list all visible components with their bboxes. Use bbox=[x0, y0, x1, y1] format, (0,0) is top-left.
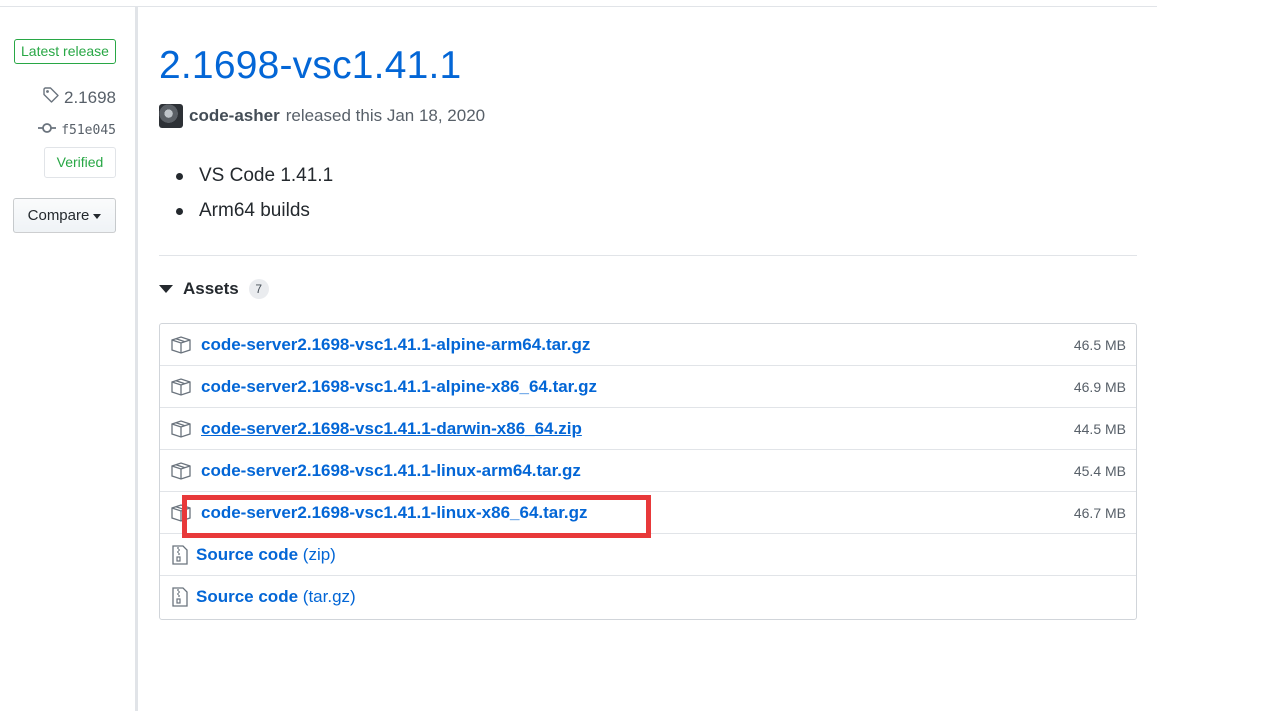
assets-count-badge: 7 bbox=[248, 279, 269, 299]
asset-row: Source code (zip) bbox=[160, 534, 1136, 576]
release-title[interactable]: 2.1698-vsc1.41.1 bbox=[159, 44, 461, 88]
top-border bbox=[0, 6, 1157, 7]
tag-label: 2.1698 bbox=[64, 87, 116, 107]
asset-row: Source code (tar.gz) bbox=[160, 576, 1136, 618]
asset-row: code-server2.1698-vsc1.41.1-linux-x86_64… bbox=[160, 492, 1136, 534]
release-note-item: VS Code 1.41.1 bbox=[175, 163, 333, 198]
asset-size: 44.5 MB bbox=[1073, 420, 1126, 437]
asset-row: code-server2.1698-vsc1.41.1-darwin-x86_6… bbox=[160, 408, 1136, 450]
source-code-label: Source code bbox=[196, 587, 299, 606]
source-code-ext: (tar.gz) bbox=[302, 587, 356, 606]
asset-download-link[interactable]: code-server2.1698-vsc1.41.1-linux-x86_64… bbox=[201, 503, 588, 523]
release-notes: VS Code 1.41.1 Arm64 builds bbox=[175, 163, 333, 233]
assets-list: code-server2.1698-vsc1.41.1-alpine-arm64… bbox=[159, 323, 1137, 620]
asset-download-link[interactable]: code-server2.1698-vsc1.41.1-linux-arm64.… bbox=[201, 461, 581, 481]
compare-label: Compare bbox=[27, 207, 90, 224]
source-code-label: Source code bbox=[196, 544, 299, 564]
asset-size: 45.4 MB bbox=[1073, 462, 1126, 479]
assets-label: Assets bbox=[183, 279, 239, 298]
asset-size: 46.7 MB bbox=[1073, 504, 1126, 521]
asset-download-link[interactable]: code-server2.1698-vsc1.41.1-alpine-x86_6… bbox=[201, 377, 597, 397]
verified-badge[interactable]: Verified bbox=[44, 147, 116, 178]
git-commit-icon bbox=[38, 121, 57, 139]
triangle-down-icon bbox=[159, 285, 173, 293]
tag-icon bbox=[42, 86, 60, 109]
asset-row: code-server2.1698-vsc1.41.1-alpine-x86_6… bbox=[160, 366, 1136, 408]
compare-button[interactable]: Compare bbox=[13, 198, 116, 233]
source-code-targz-link[interactable]: Source code (tar.gz) bbox=[196, 587, 356, 607]
package-icon bbox=[171, 504, 191, 522]
file-zip-icon bbox=[172, 587, 188, 607]
commit-sha: f51e045 bbox=[61, 122, 116, 138]
source-code-ext: (zip) bbox=[302, 544, 336, 564]
chevron-down-icon bbox=[93, 214, 102, 219]
avatar[interactable] bbox=[159, 104, 183, 128]
asset-download-link[interactable]: code-server2.1698-vsc1.41.1-alpine-arm64… bbox=[201, 335, 590, 355]
tag-link[interactable]: 2.1698 bbox=[42, 86, 116, 109]
package-icon bbox=[171, 420, 191, 438]
assets-toggle[interactable]: Assets 7 bbox=[159, 279, 269, 299]
commit-link[interactable]: f51e045 bbox=[38, 121, 116, 139]
file-zip-icon bbox=[172, 545, 188, 565]
asset-size: 46.5 MB bbox=[1073, 336, 1126, 353]
release-note-item: Arm64 builds bbox=[175, 198, 333, 233]
source-code-zip-link[interactable]: Source code (zip) bbox=[196, 545, 336, 565]
divider bbox=[159, 255, 1137, 256]
package-icon bbox=[171, 378, 191, 396]
asset-size: 46.9 MB bbox=[1073, 378, 1126, 395]
release-timeline-line bbox=[135, 7, 138, 711]
latest-release-badge: Latest release bbox=[14, 39, 116, 64]
release-date-text: released this Jan 18, 2020 bbox=[285, 106, 486, 125]
asset-row: code-server2.1698-vsc1.41.1-linux-arm64.… bbox=[160, 450, 1136, 492]
asset-download-link[interactable]: code-server2.1698-vsc1.41.1-darwin-x86_6… bbox=[201, 419, 582, 439]
author-link[interactable]: code-asher bbox=[189, 106, 280, 126]
asset-row: code-server2.1698-vsc1.41.1-alpine-arm64… bbox=[160, 324, 1136, 366]
release-author-row: code-asher released this Jan 18, 2020 bbox=[159, 104, 485, 128]
package-icon bbox=[171, 462, 191, 480]
package-icon bbox=[171, 336, 191, 354]
